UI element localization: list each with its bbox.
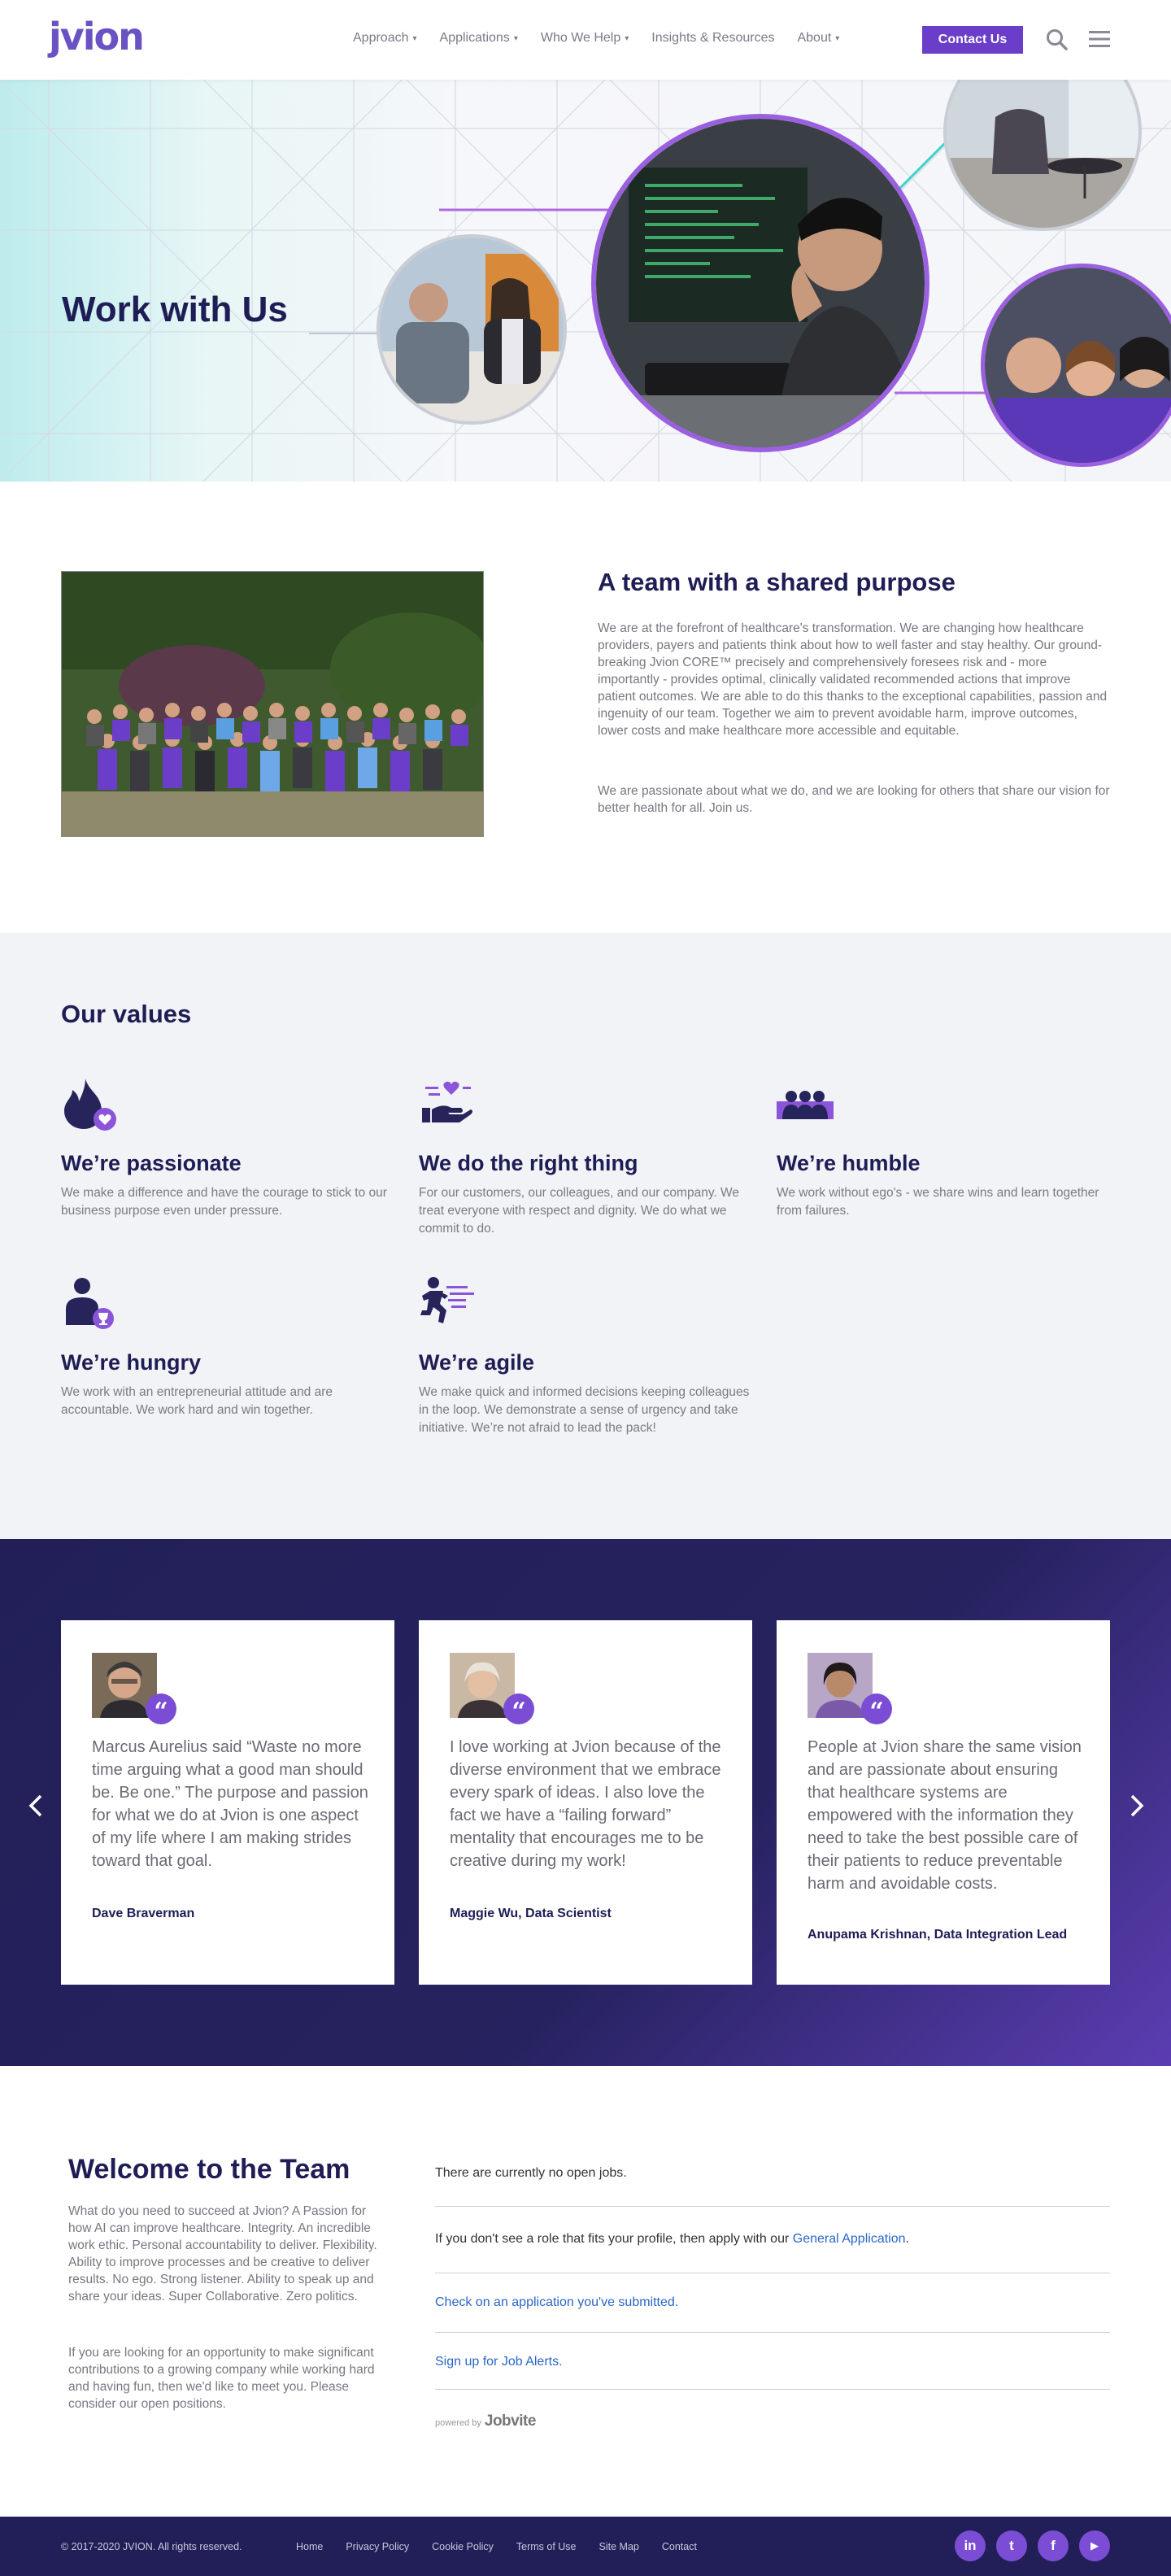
team-heading: A team with a shared purpose — [598, 568, 956, 596]
value-passionate: We’re passionate We make a difference an… — [61, 1075, 403, 1220]
welcome-paragraph-1: What do you need to succeed at Jvion? A … — [68, 2204, 377, 2304]
carousel-prev-arrow-icon[interactable] — [24, 1789, 49, 1822]
general-application-line: If you don't see a role that fits your p… — [435, 2232, 1110, 2247]
divider — [435, 2332, 1110, 2333]
welcome-title: Welcome to the Team — [68, 2154, 350, 2185]
value-agile: We’re agile We make quick and informed d… — [419, 1275, 760, 1437]
nav-label: Applications — [439, 31, 510, 45]
footer-link-contact[interactable]: Contact — [662, 2541, 697, 2552]
value-title: We’re humble — [777, 1151, 921, 1175]
job-alerts-link[interactable]: Sign up for Job Alerts. — [435, 2355, 563, 2369]
nav-who-we-help[interactable]: Who We Help ▾ — [541, 31, 629, 46]
testimonial-card: “ I love working at Jvion because of the… — [419, 1620, 752, 1985]
testimonial-author: Maggie Wu, Data Scientist — [450, 1907, 612, 1920]
value-text: We work with an entrepreneurial attitude… — [61, 1385, 333, 1417]
carousel-next-arrow-icon[interactable] — [1124, 1789, 1148, 1822]
footer-links: Home Privacy Policy Cookie Policy Terms … — [296, 2541, 697, 2552]
testimonial-author: Anupama Krishnan, Data Integration Lead — [808, 1928, 1068, 1942]
running-person-icon — [420, 1277, 474, 1323]
check-application-line: Check on an application you've submitted… — [435, 2295, 1110, 2310]
footer-link-terms-of-use[interactable]: Terms of Use — [516, 2541, 577, 2552]
testimonial-card: “ Marcus Aurelius said “Waste no more ti… — [61, 1620, 394, 1985]
quote-icon: “ — [146, 1693, 176, 1726]
testimonials-carousel: “ Marcus Aurelius said “Waste no more ti… — [0, 1539, 1171, 2066]
team-group-photo — [61, 571, 484, 837]
value-title: We’re hungry — [61, 1350, 202, 1375]
nav-label: Approach — [353, 31, 409, 45]
hamburger-menu-icon[interactable] — [1087, 28, 1112, 50]
facebook-icon[interactable]: f — [1038, 2530, 1069, 2561]
value-right-thing: We do the right thing For our customers,… — [419, 1075, 760, 1238]
value-text: For our customers, our colleagues, and o… — [419, 1186, 740, 1236]
testimonial-quote: People at Jvion share the same vision an… — [808, 1738, 1082, 1893]
value-humble: We’re humble We work without ego's - we … — [777, 1075, 1118, 1220]
chevron-down-icon: ▾ — [513, 33, 518, 43]
hero-banner: Work with Us — [0, 80, 1171, 482]
twitter-icon[interactable]: t — [996, 2530, 1027, 2561]
hand-heart-icon — [422, 1081, 472, 1122]
team-paragraph-1: We are at the forefront of healthcare's … — [598, 621, 1108, 738]
general-application-link[interactable]: General Application — [793, 2232, 906, 2246]
testimonial-quote: Marcus Aurelius said “Waste no more time… — [92, 1738, 368, 1870]
hero-title: Work with Us — [62, 290, 288, 329]
hero-photo-meeting — [377, 234, 567, 425]
value-text: We work without ego's - we share wins an… — [777, 1186, 1099, 1218]
general-application-suffix: . — [905, 2232, 909, 2246]
testimonial-card: “ People at Jvion share the same vision … — [777, 1620, 1110, 1985]
value-hungry: We’re hungry We work with an entrepreneu… — [61, 1275, 403, 1419]
testimonial-quote: I love working at Jvion because of the d… — [450, 1738, 721, 1870]
nav-label: Insights & Resources — [651, 31, 775, 45]
testimonial-author: Dave Braverman — [92, 1907, 195, 1920]
linkedin-icon[interactable]: in — [955, 2530, 986, 2561]
nav-label: About — [797, 31, 832, 45]
main-nav: Approach ▾ Applications ▾ Who We Help ▾ Ins… — [353, 31, 839, 46]
footer-link-site-map[interactable]: Site Map — [599, 2541, 639, 2552]
contact-us-button[interactable]: Contact Us — [922, 26, 1023, 54]
footer-link-privacy-policy[interactable]: Privacy Policy — [346, 2541, 409, 2552]
values-title: Our values — [61, 1000, 192, 1028]
jvion-logo[interactable]: jvion — [49, 15, 145, 59]
quote-icon: “ — [861, 1693, 892, 1726]
values-section: Our values We’re passionate We make a di… — [0, 933, 1171, 1539]
site-header: jvion Approach ▾ Applications ▾ Who We Hel… — [0, 0, 1171, 80]
footer-link-home[interactable]: Home — [296, 2541, 323, 2552]
nav-applications[interactable]: Applications ▾ — [440, 31, 518, 46]
hero-photo-team-selfie — [981, 264, 1171, 467]
powered-by-jobvite[interactable]: powered by Jobvite — [435, 2413, 536, 2430]
chevron-down-icon: ▾ — [835, 33, 840, 43]
welcome-paragraph-2: If you are looking for an opportunity to… — [68, 2346, 375, 2411]
nav-about[interactable]: About ▾ — [797, 31, 839, 46]
divider — [435, 2389, 1110, 2390]
copyright-text: © 2017-2020 JVION. All rights reserved. — [61, 2541, 242, 2552]
hero-photo-developer — [591, 114, 929, 452]
quote-icon: “ — [503, 1693, 534, 1726]
chevron-down-icon: ▾ — [625, 33, 629, 43]
general-application-prefix: If you don't see a role that fits your p… — [435, 2232, 793, 2246]
check-application-link[interactable]: Check on an application you've submitted… — [435, 2295, 678, 2309]
divider — [435, 2206, 1110, 2207]
value-title: We’re passionate — [61, 1151, 242, 1175]
no-open-jobs-text: There are currently no open jobs. — [435, 2166, 627, 2180]
chevron-down-icon: ▾ — [412, 33, 417, 43]
jobvite-logo: Jobvite — [484, 2413, 537, 2430]
site-footer: © 2017-2020 JVION. All rights reserved. … — [0, 2517, 1171, 2576]
powered-by-label: powered by — [435, 2418, 481, 2428]
nav-label: Who We Help — [540, 31, 621, 45]
person-trophy-icon — [66, 1278, 114, 1329]
value-text: We make quick and informed decisions kee… — [419, 1385, 750, 1435]
job-alerts-line: Sign up for Job Alerts. — [435, 2355, 1110, 2369]
nav-approach[interactable]: Approach ▾ — [353, 31, 417, 46]
nav-insights-resources[interactable]: Insights & Resources — [651, 31, 774, 46]
value-title: We do the right thing — [419, 1151, 638, 1175]
flame-heart-icon — [64, 1079, 116, 1131]
team-icon — [777, 1091, 834, 1119]
footer-link-cookie-policy[interactable]: Cookie Policy — [432, 2541, 494, 2552]
team-paragraph-2: We are passionate about what we do, and … — [598, 784, 1110, 815]
youtube-icon[interactable]: ▶ — [1079, 2530, 1110, 2561]
value-title: We’re agile — [419, 1350, 535, 1375]
search-icon[interactable] — [1045, 28, 1068, 50]
value-text: We make a difference and have the courag… — [61, 1186, 387, 1218]
